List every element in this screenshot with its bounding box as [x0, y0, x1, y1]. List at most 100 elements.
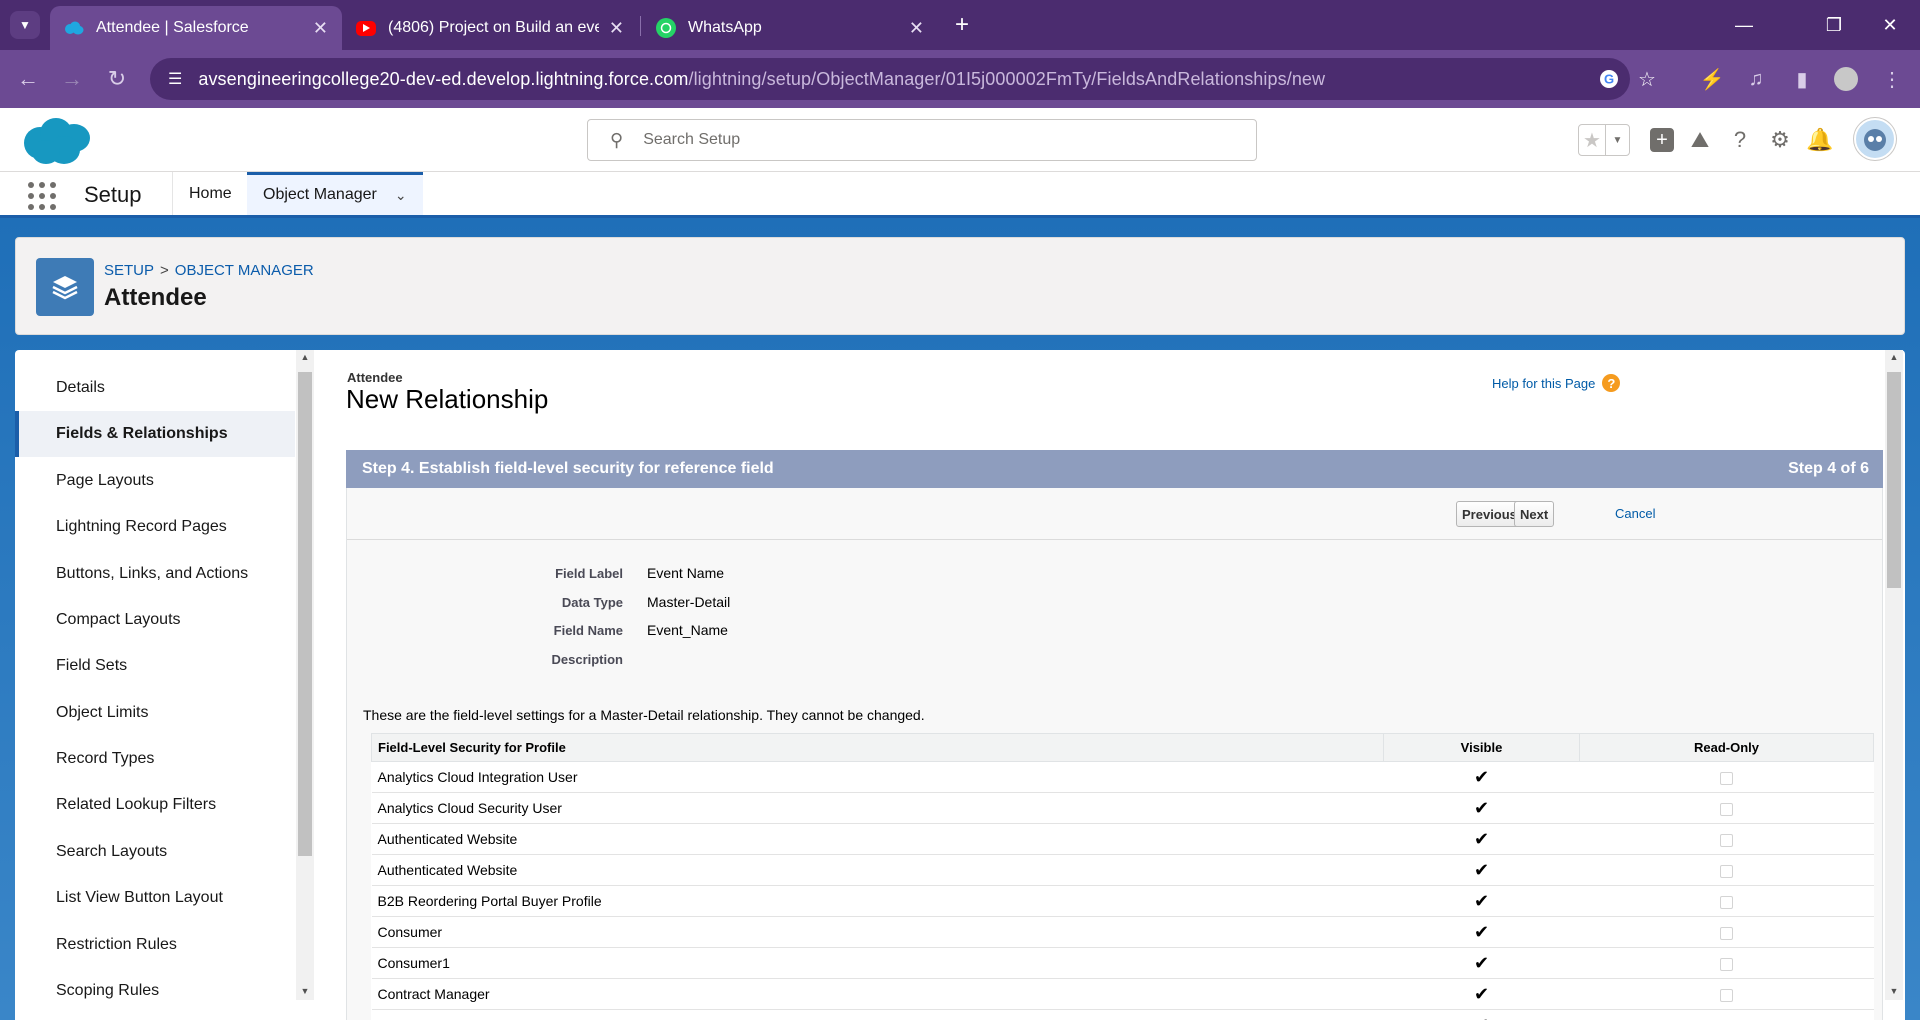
object-name-label: Attendee	[347, 370, 403, 385]
google-lens-icon[interactable]: G	[1596, 66, 1622, 92]
close-window-button[interactable]: ✕	[1868, 8, 1912, 42]
table-row: Analytics Cloud Integration User ✔	[371, 761, 1874, 793]
reload-button[interactable]: ↻	[101, 63, 133, 95]
sidebar-item[interactable]: Compact Layouts	[15, 597, 295, 643]
trailhead-icon[interactable]: ⛰	[1684, 124, 1716, 156]
visible-cell: ✔	[1383, 916, 1580, 948]
sidebar-item-label: Object Limits	[56, 704, 149, 721]
sidebar-item[interactable]: Fields & Relationships	[15, 411, 295, 457]
field-name-label: Field Name	[553, 623, 623, 638]
sidebar-item[interactable]: Related Lookup Filters	[15, 782, 295, 828]
read-only-cell	[1579, 978, 1874, 1010]
page-scrollbar-thumb[interactable]	[1887, 372, 1901, 588]
sidebar-item[interactable]: Object Limits	[15, 690, 295, 736]
profile-name-cell: Authenticated Website	[371, 823, 1384, 855]
sidebar-item[interactable]: Record Types	[15, 736, 295, 782]
breadcrumb-object-manager[interactable]: OBJECT MANAGER	[175, 262, 314, 279]
cancel-link[interactable]: Cancel	[1615, 506, 1655, 521]
tab-salesforce[interactable]: Attendee | Salesforce ✕	[50, 6, 342, 50]
sidebar-item[interactable]: Buttons, Links, and Actions	[15, 551, 295, 597]
nav-item-home[interactable]: Home	[172, 172, 248, 215]
sidebar-item[interactable]: Lightning Record Pages	[15, 504, 295, 550]
tab-label: WhatsApp	[688, 19, 762, 36]
scroll-up-arrow-icon[interactable]: ▲	[296, 350, 314, 364]
scroll-down-arrow-icon[interactable]: ▼	[1885, 984, 1903, 998]
global-header: ⚲ Search Setup ★ ▼ + ⛰ ? ⚙ 🔔	[0, 108, 1920, 172]
checkmark-icon: ✔	[1473, 766, 1490, 787]
help-icon[interactable]: ?	[1724, 124, 1756, 156]
breadcrumb-setup[interactable]: SETUP	[104, 262, 154, 279]
sidebar-item[interactable]: Search Layouts	[15, 829, 295, 875]
sidebar-item-label: Fields & Relationships	[56, 425, 228, 442]
new-tab-button[interactable]: +	[948, 11, 976, 39]
bookmark-star-icon[interactable]: ☆	[1634, 66, 1660, 92]
column-header-visible: Visible	[1383, 733, 1580, 762]
sidebar-item-label: Page Layouts	[56, 472, 154, 489]
side-panel-icon[interactable]: ▮	[1786, 63, 1818, 95]
read-only-cell	[1579, 823, 1874, 855]
media-controls-icon[interactable]: ♫	[1740, 63, 1772, 95]
sidebar-item[interactable]: Restriction Rules	[15, 922, 295, 968]
forward-button[interactable]: →	[56, 63, 88, 95]
table-row: B2B Reordering Portal Buyer Profile ✔	[371, 885, 1874, 917]
profile-avatar[interactable]	[1830, 63, 1862, 95]
close-icon[interactable]: ✕	[909, 18, 924, 39]
browser-menu-icon[interactable]: ⋮	[1876, 63, 1908, 95]
previous-button[interactable]: Previous	[1456, 501, 1523, 527]
minimize-button[interactable]: —	[1722, 8, 1766, 42]
restore-button[interactable]: ❐	[1812, 8, 1856, 42]
favorites-dropdown-icon[interactable]: ▼	[1605, 125, 1629, 155]
salesforce-logo[interactable]	[20, 116, 92, 166]
chevron-down-icon[interactable]: ⌄	[395, 187, 407, 204]
user-avatar[interactable]	[1854, 118, 1896, 160]
nav-home-label: Home	[189, 184, 232, 202]
gear-icon[interactable]: ⚙	[1764, 124, 1796, 156]
sidebar-item[interactable]: Page Layouts	[15, 458, 295, 504]
sidebar-item-label: Scoping Rules	[56, 982, 160, 999]
help-link[interactable]: Help for this Page ?	[1492, 374, 1621, 392]
app-launcher-icon[interactable]	[28, 182, 56, 210]
extension-icon[interactable]: ⚡	[1696, 63, 1728, 95]
address-bar[interactable]: ☰ avsengineeringcollege20-dev-ed.develop…	[150, 58, 1656, 100]
tab-youtube[interactable]: (4806) Project on Build an event ✕	[342, 6, 638, 50]
page-heading: New Relationship	[346, 384, 549, 414]
sidebar-item[interactable]: List View Button Layout	[15, 875, 295, 921]
read-only-cell	[1579, 761, 1874, 793]
table-row: Authenticated Website ✔	[371, 823, 1874, 855]
visible-cell: ✔	[1383, 947, 1580, 979]
checkmark-icon: ✔	[1474, 1015, 1489, 1020]
search-setup-input[interactable]: ⚲ Search Setup	[587, 119, 1257, 161]
profile-name-cell: Consumer	[371, 916, 1384, 948]
notifications-bell-icon[interactable]: 🔔	[1804, 124, 1836, 156]
tab-search-button[interactable]: ▼	[10, 11, 40, 39]
back-button[interactable]: ←	[12, 63, 44, 95]
favorites-star-icon[interactable]: ★	[1579, 125, 1605, 155]
tab-whatsapp[interactable]: WhatsApp ✕	[642, 6, 938, 50]
sidebar-item[interactable]: Field Sets	[15, 643, 295, 689]
checkmark-icon: ✔	[1473, 797, 1490, 818]
close-icon[interactable]: ✕	[313, 18, 328, 39]
search-icon: ⚲	[610, 129, 624, 150]
arrow-right-icon: →	[61, 66, 83, 91]
data-type-value: Master-Detail	[647, 594, 731, 610]
table-row: Contract Manager ✔	[371, 978, 1874, 1010]
scroll-down-arrow-icon[interactable]: ▼	[296, 984, 314, 998]
next-button[interactable]: Next	[1514, 501, 1555, 527]
read-only-checkbox	[1720, 957, 1733, 971]
description-label: Description	[551, 652, 623, 667]
tab-label: Attendee | Salesforce	[96, 19, 249, 36]
favorites-group: ★ ▼	[1578, 124, 1630, 156]
sidebar-item[interactable]: Scoping Rules	[15, 968, 295, 1014]
object-manager-sidebar: Details Fields & Relationships Page Layout…	[15, 350, 295, 1020]
field-label-value: Event Name	[647, 565, 725, 581]
visible-cell: ✔	[1383, 1009, 1580, 1020]
sidebar-item-label: Related Lookup Filters	[56, 796, 217, 813]
global-actions-icon[interactable]: +	[1646, 124, 1678, 156]
url-text: avsengineeringcollege20-dev-ed.develop.l…	[198, 68, 1326, 89]
scroll-up-arrow-icon[interactable]: ▲	[1885, 350, 1903, 364]
close-icon[interactable]: ✕	[609, 18, 624, 39]
nav-item-object-manager[interactable]: Object Manager ⌄	[247, 172, 423, 215]
site-info-icon[interactable]: ☰	[168, 69, 182, 89]
sidebar-scrollbar-thumb[interactable]	[298, 372, 312, 856]
sidebar-item[interactable]: Details	[15, 365, 295, 411]
